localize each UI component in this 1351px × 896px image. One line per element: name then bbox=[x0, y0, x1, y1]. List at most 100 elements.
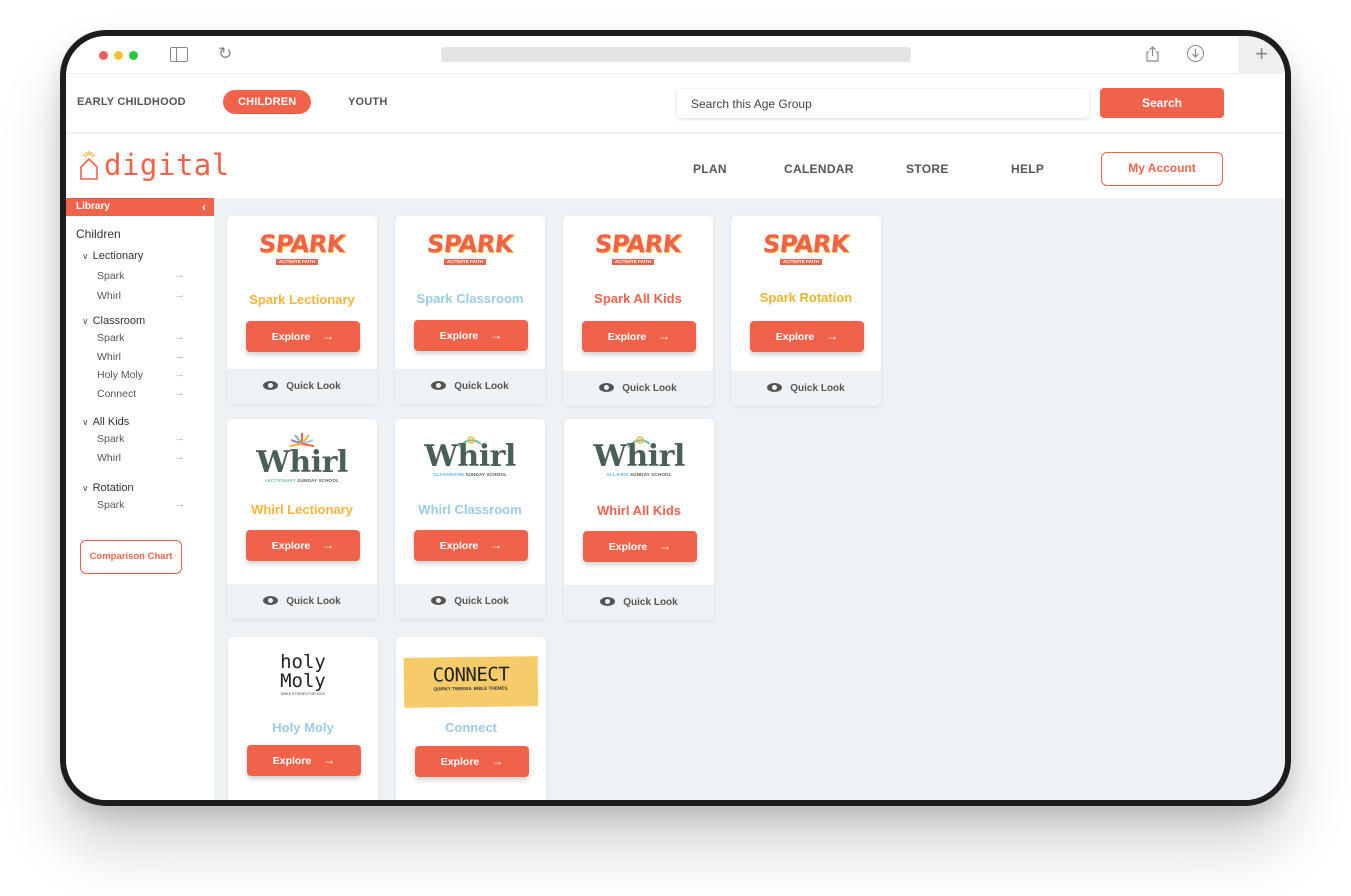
close-window-button[interactable] bbox=[99, 51, 108, 60]
item-label: Spark bbox=[97, 499, 125, 511]
quick-look-label: Quick Look bbox=[454, 381, 509, 392]
sidebar-item-all-kids-whirl[interactable]: Whirl → bbox=[97, 451, 185, 464]
explore-label: Explore bbox=[608, 541, 648, 553]
card-spark-all-kids[interactable]: SPARK ACTIVATE FAITH Spark All Kids Explo… bbox=[563, 216, 713, 406]
search-input[interactable] bbox=[677, 89, 1089, 118]
card-title: Holy Moly bbox=[272, 720, 334, 735]
plus-icon[interactable]: + bbox=[1238, 36, 1285, 74]
download-icon[interactable] bbox=[1187, 45, 1204, 62]
sidebar-group-all-kids[interactable]: ∨ All Kids bbox=[82, 416, 129, 428]
item-label: Whirl bbox=[97, 452, 121, 464]
arrow-right-icon: → bbox=[174, 368, 185, 380]
zoom-window-button[interactable] bbox=[129, 51, 138, 60]
group-label: All Kids bbox=[92, 416, 130, 428]
spark-logo-text: SPARK bbox=[593, 230, 683, 258]
arrow-right-icon: → bbox=[659, 539, 672, 553]
quick-look-button[interactable]: Quick Look bbox=[395, 584, 545, 619]
quick-look-button[interactable]: Quick Look bbox=[395, 369, 545, 404]
share-icon[interactable] bbox=[1146, 46, 1159, 62]
quick-look-button[interactable]: Quick Look bbox=[563, 371, 713, 406]
reload-icon[interactable]: ↻ bbox=[218, 44, 232, 64]
card-spark-classroom[interactable]: SPARK ACTIVATE FAITH Spark Classroom Expl… bbox=[395, 216, 545, 404]
spark-logo: SPARK ACTIVATE FAITH bbox=[563, 230, 713, 265]
minimize-window-button[interactable] bbox=[114, 51, 123, 60]
tab-youth[interactable]: YOUTH bbox=[348, 96, 388, 108]
item-label: Spark bbox=[97, 433, 125, 445]
device-frame: ↻ + EARLY CHILDHOOD CHILDREN YOUTH Searc… bbox=[60, 30, 1291, 806]
whirl-subtitle-rest: SUNDAY SCHOOL bbox=[295, 478, 340, 483]
sidebar-item-all-kids-spark[interactable]: Spark → bbox=[97, 432, 185, 445]
card-spark-rotation[interactable]: SPARK ACTIVATE FAITH Spark Rotation Explo… bbox=[731, 216, 881, 406]
nav-plan[interactable]: PLAN bbox=[693, 162, 727, 176]
tab-children[interactable]: CHILDREN bbox=[223, 90, 312, 114]
spark-tagline: ACTIVATE FAITH bbox=[276, 259, 318, 265]
sidebar-group-lectionary[interactable]: ∨ Lectionary bbox=[82, 250, 143, 262]
sidebar-icon[interactable] bbox=[170, 47, 188, 62]
age-group-bar: EARLY CHILDHOOD CHILDREN YOUTH Search bbox=[66, 74, 1285, 134]
card-holy-moly[interactable]: holy Moly BIBLE STORIES FOR KIDS Holy Mo… bbox=[228, 637, 378, 800]
explore-button[interactable]: Explore → bbox=[414, 530, 528, 561]
sidebar-item-lectionary-whirl[interactable]: Whirl → bbox=[97, 289, 185, 302]
spark-logo: SPARK ACTIVATE FAITH bbox=[395, 230, 545, 265]
whirl-logo: Whirl LECTIONARY SUNDAY SCHOOL bbox=[227, 431, 377, 483]
explore-button[interactable]: Explore → bbox=[750, 321, 864, 352]
collapse-chevron-icon[interactable]: ‹ bbox=[202, 198, 206, 216]
library-label: Library bbox=[76, 201, 110, 212]
nav-calendar[interactable]: CALENDAR bbox=[784, 162, 854, 176]
nav-store[interactable]: STORE bbox=[906, 162, 949, 176]
quick-look-button[interactable]: Quick Look bbox=[227, 584, 377, 619]
spark-logo-text: SPARK bbox=[257, 230, 347, 258]
search-button[interactable]: Search bbox=[1100, 88, 1224, 118]
sidebar-group-classroom[interactable]: ∨ Classroom bbox=[82, 315, 145, 327]
whirl-logo: Whirl CLASSROOM SUNDAY SCHOOL bbox=[395, 435, 545, 477]
explore-label: Explore bbox=[271, 331, 311, 343]
item-label: Spark bbox=[97, 270, 125, 282]
quick-look-button[interactable]: Quick Look bbox=[227, 369, 377, 404]
spark-tagline: ACTIVATE FAITH bbox=[444, 259, 486, 265]
nav-help[interactable]: HELP bbox=[1011, 162, 1044, 176]
library-header[interactable]: Library ‹ bbox=[66, 198, 214, 216]
address-bar[interactable] bbox=[441, 47, 911, 62]
explore-button[interactable]: Explore → bbox=[583, 531, 697, 562]
chevron-down-icon: ∨ bbox=[82, 483, 89, 493]
tab-early-childhood[interactable]: EARLY CHILDHOOD bbox=[77, 96, 186, 108]
sidebar-group-rotation[interactable]: ∨ Rotation bbox=[82, 482, 134, 494]
explore-label: Explore bbox=[775, 331, 815, 343]
card-whirl-lectionary[interactable]: Whirl LECTIONARY SUNDAY SCHOOL Whirl Lec… bbox=[227, 419, 377, 619]
whirl-logo: Whirl ALL KIDS SUNDAY SCHOOL bbox=[564, 435, 714, 477]
item-label: Connect bbox=[97, 388, 137, 400]
sidebar-item-rotation-spark[interactable]: Spark → bbox=[97, 498, 185, 511]
explore-button[interactable]: Explore → bbox=[582, 321, 696, 352]
card-title: Spark Lectionary bbox=[249, 292, 355, 307]
connect-logo: CONNECT QUIRKY TWEENS. BIBLE THEMES. bbox=[403, 656, 539, 708]
spark-logo-text: SPARK bbox=[761, 230, 851, 258]
quick-look-button[interactable]: Quick Look bbox=[731, 371, 881, 406]
sidebar-item-classroom-spark[interactable]: Spark → bbox=[97, 331, 185, 344]
card-connect[interactable]: CONNECT QUIRKY TWEENS. BIBLE THEMES. Con… bbox=[396, 637, 546, 800]
sidebar-item-classroom-holy-moly[interactable]: Holy Moly → bbox=[97, 368, 185, 381]
arrow-right-icon: → bbox=[658, 329, 671, 343]
group-label: Classroom bbox=[92, 315, 146, 327]
spark-logo: SPARK ACTIVATE FAITH bbox=[227, 230, 377, 265]
my-account-button[interactable]: My Account bbox=[1101, 152, 1223, 186]
holy-moly-subtitle: BIBLE STORIES FOR KIDS bbox=[281, 692, 325, 696]
sidebar-item-classroom-whirl[interactable]: Whirl → bbox=[97, 350, 185, 363]
house-icon bbox=[80, 151, 98, 180]
sidebar-item-classroom-connect[interactable]: Connect → bbox=[97, 387, 185, 400]
explore-button[interactable]: Explore → bbox=[246, 321, 360, 352]
comparison-chart-button[interactable]: Comparison Chart bbox=[80, 540, 182, 574]
whirl-subtitle-rest: SUNDAY SCHOOL bbox=[464, 472, 508, 477]
explore-button[interactable]: Explore → bbox=[415, 746, 529, 777]
arrow-right-icon: → bbox=[174, 350, 185, 362]
card-whirl-all-kids[interactable]: Whirl ALL KIDS SUNDAY SCHOOL Whirl All K… bbox=[564, 419, 714, 620]
sidebar-title: Children bbox=[76, 227, 121, 241]
explore-button[interactable]: Explore → bbox=[247, 745, 361, 776]
explore-button[interactable]: Explore → bbox=[414, 320, 528, 351]
quick-look-label: Quick Look bbox=[790, 383, 845, 394]
explore-button[interactable]: Explore → bbox=[246, 530, 360, 561]
quick-look-label: Quick Look bbox=[286, 381, 341, 392]
card-spark-lectionary[interactable]: SPARK ACTIVATE FAITH Spark Lectionary Exp… bbox=[227, 216, 377, 404]
quick-look-button[interactable]: Quick Look bbox=[564, 585, 714, 620]
card-whirl-classroom[interactable]: Whirl CLASSROOM SUNDAY SCHOOL Whirl Clas… bbox=[395, 419, 545, 619]
sidebar-item-lectionary-spark[interactable]: Spark → bbox=[97, 269, 185, 282]
